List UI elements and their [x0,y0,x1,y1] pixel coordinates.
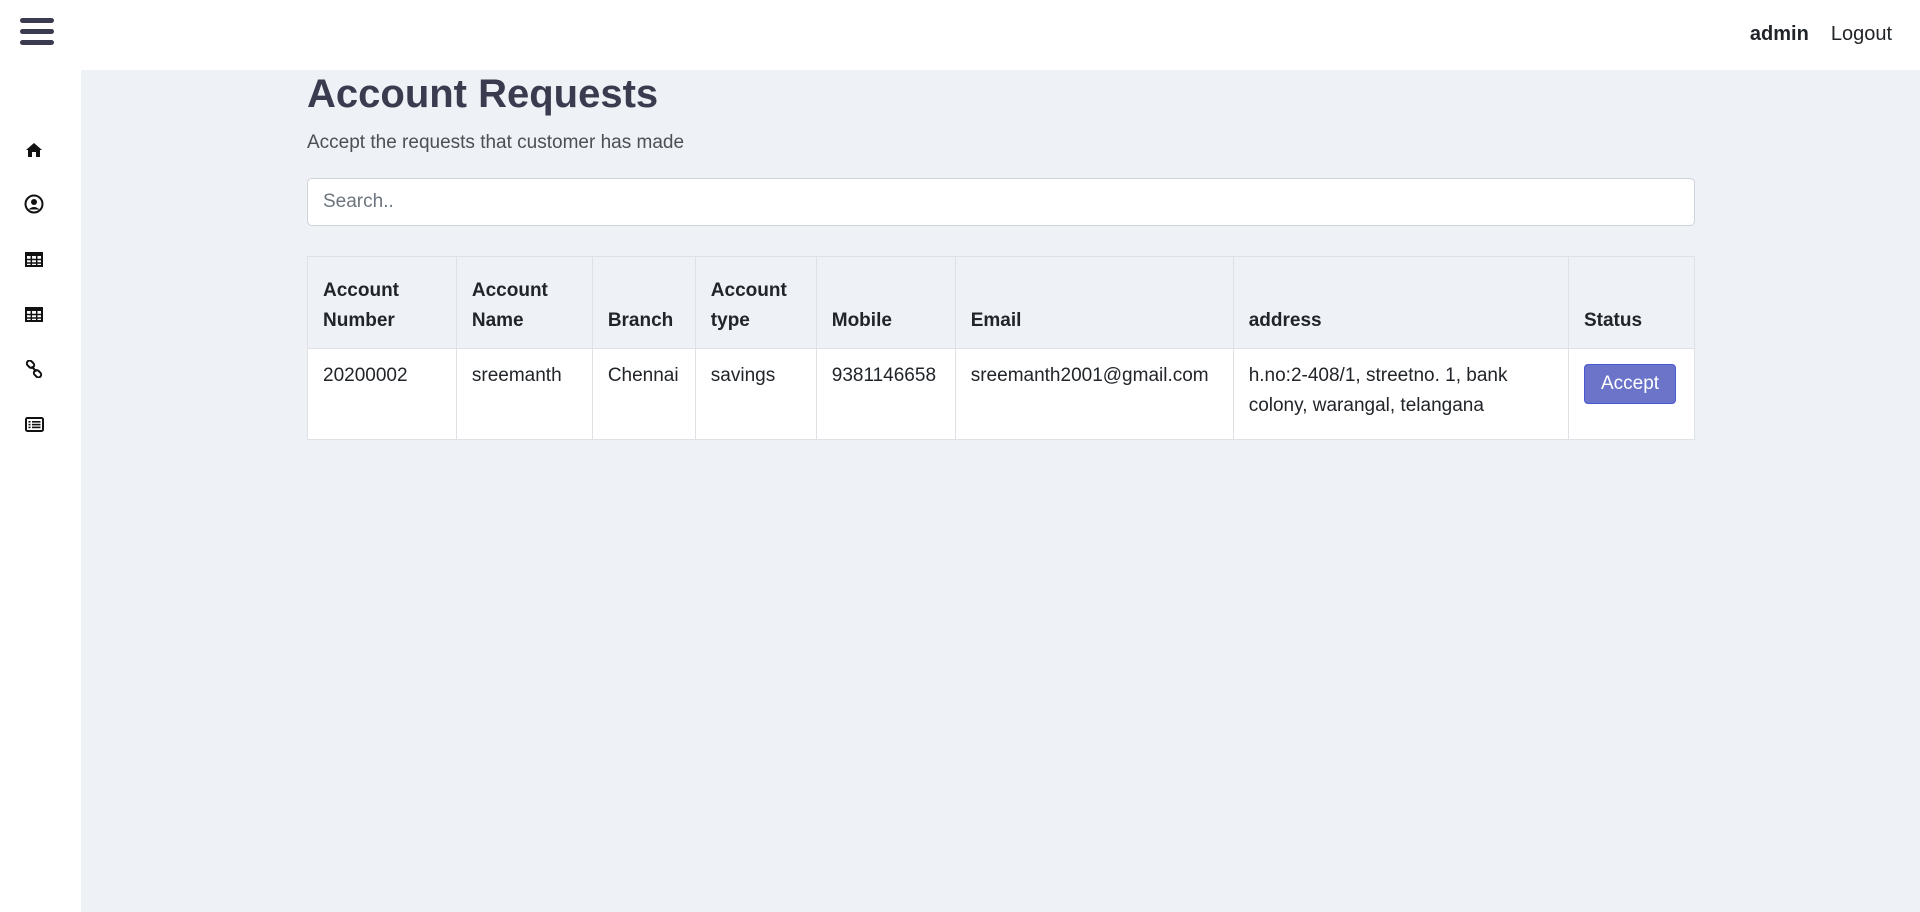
column-header-address: address [1232,256,1569,349]
cell-address: h.no:2-408/1, streetno. 1, bank colony, … [1232,348,1569,440]
sidebar [0,70,81,912]
table-row: 20200002 sreemanth Chennai savings 93811… [307,348,1696,440]
user-area: admin Logout [1750,23,1892,46]
account-requests-table: Account Number Account Name Branch Accou… [307,256,1696,440]
top-navbar: admin Logout [0,0,1920,70]
sidebar-item-home[interactable] [22,138,46,162]
hamburger-menu-icon[interactable] [20,18,54,50]
user-circle-icon [24,194,44,214]
cell-email: sreemanth2001@gmail.com [954,348,1234,440]
table-icon [25,251,43,267]
column-header-status: Status [1567,256,1696,349]
column-header-branch: Branch [591,256,696,349]
cell-account-number: 20200002 [307,348,457,440]
cell-account-type: savings [694,348,817,440]
cell-mobile: 9381146658 [815,348,956,440]
accept-button[interactable]: Accept [1583,364,1677,404]
table-header-row: Account Number Account Name Branch Accou… [307,256,1696,349]
column-header-email: Email [954,256,1234,349]
search-input[interactable] [307,178,1695,226]
column-header-account-name: Account Name [455,256,593,349]
logout-link[interactable]: Logout [1831,23,1892,46]
page-title: Account Requests [307,72,659,116]
cell-status: Accept [1567,348,1696,440]
user-name: admin [1749,23,1809,45]
list-alt-icon [24,416,44,432]
cell-branch: Chennai [591,348,696,440]
column-header-account-type: Account type [694,256,817,349]
home-icon [26,143,42,157]
table-icon [25,306,43,322]
page-subtitle: Accept the requests that customer has ma… [307,132,685,153]
link-icon [25,360,43,378]
sidebar-item-table-1[interactable] [22,247,46,271]
column-header-mobile: Mobile [815,256,956,349]
cell-account-name: sreemanth [455,348,593,440]
sidebar-item-list[interactable] [22,412,46,436]
column-header-account-number: Account Number [307,256,457,349]
sidebar-item-link[interactable] [22,357,46,381]
main-content: Account Requests Accept the requests tha… [81,70,1920,912]
sidebar-item-profile[interactable] [22,192,46,216]
sidebar-item-table-2[interactable] [22,302,46,326]
